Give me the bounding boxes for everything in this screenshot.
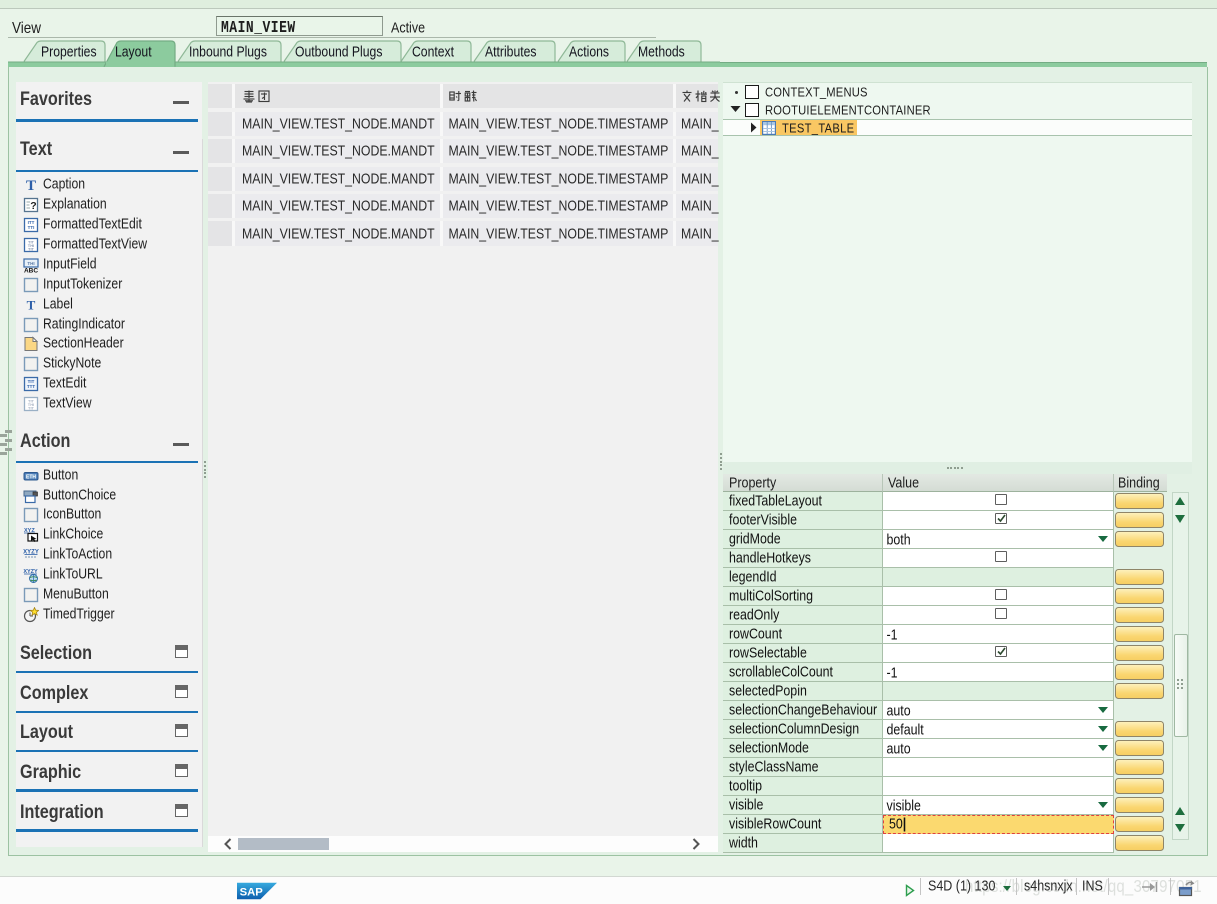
- svg-text:?: ?: [30, 200, 36, 212]
- svg-text:TTT: TTT: [27, 384, 35, 389]
- svg-text:SAP: SAP: [240, 886, 264, 898]
- svg-text:TIT: TIT: [28, 406, 35, 411]
- svg-text:TTI: TTI: [28, 225, 35, 230]
- svg-text:T: T: [26, 178, 36, 193]
- svg-text:ETH: ETH: [26, 474, 36, 480]
- svg-text:ABC: ABC: [24, 267, 38, 273]
- svg-text:T: T: [27, 297, 36, 312]
- svg-text:THI: THI: [27, 261, 34, 266]
- svg-text:TIT: TIT: [28, 246, 35, 251]
